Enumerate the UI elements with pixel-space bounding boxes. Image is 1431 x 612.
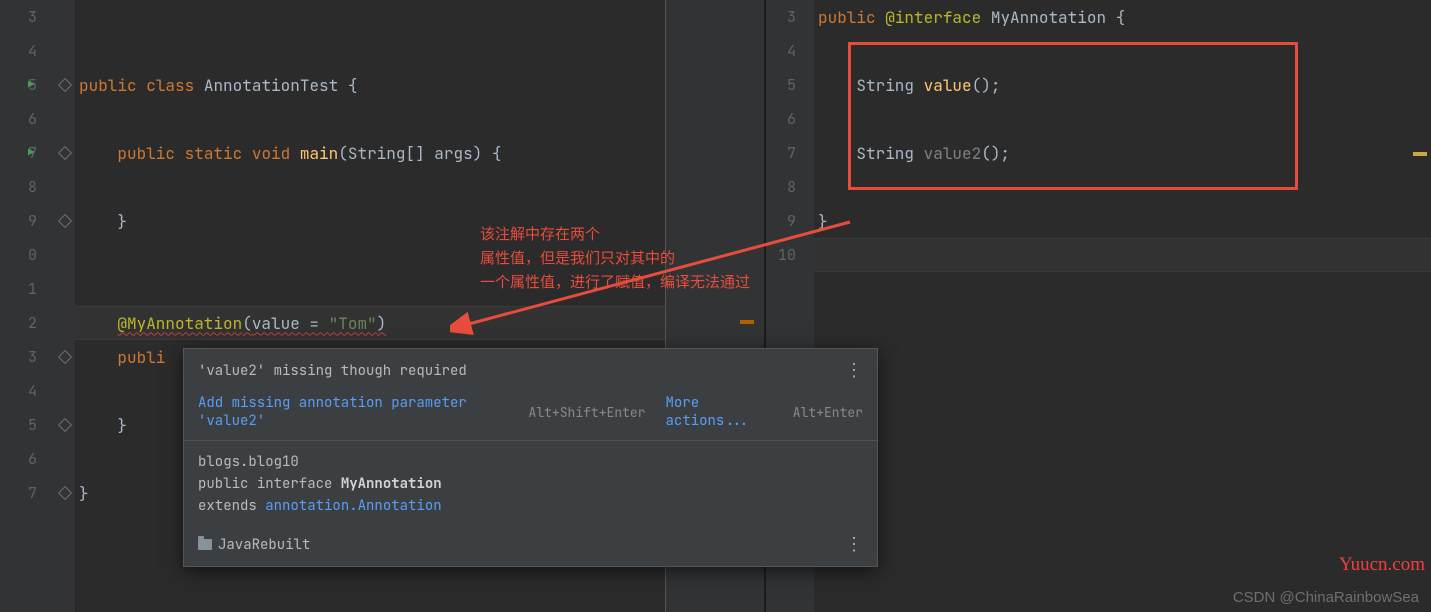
line-number: 0 [0,238,55,272]
keyword: static [185,143,243,164]
line-number: 6 [766,102,814,136]
package-name: blogs.blog10 [198,451,863,473]
more-icon[interactable]: ⋮ [845,533,863,556]
fold-icon[interactable] [58,350,72,364]
keyword: public [818,7,876,28]
line-number: 8 [766,170,814,204]
run-icon[interactable]: ▶ [28,78,35,92]
line-number: 2 [0,306,55,340]
line-number: 5 [0,408,55,442]
line-number: 10 [766,238,814,272]
brace: } [79,483,89,504]
line-number: 4 [0,34,55,68]
type-name: MyAnnotation [341,475,442,493]
line-number: 1 [0,272,55,306]
minimap-marker [740,320,754,324]
line-number: 9 [0,204,55,238]
line-number: 9 [766,204,814,238]
fold-icon[interactable] [58,146,72,160]
brace: } [117,211,127,232]
keyword: public [79,75,137,96]
folder-icon [198,539,212,550]
class-name: AnnotationTest [204,75,338,96]
line-number: 5 [766,68,814,102]
run-icon[interactable]: ▶ [28,146,35,160]
brace: } [117,415,127,436]
brace: } [818,211,828,232]
keyword: @interface [885,7,981,28]
line-number: 5▶ [0,68,55,102]
left-gutter: 3 4 5▶ 6 7▶ 8 9 0 1 2 3 4 5 6 7 [0,0,55,612]
line-number: 3 [0,0,55,34]
string-literal: "Tom" [329,313,377,334]
module-name: JavaRebuilt [218,536,310,554]
line-number: 4 [0,374,55,408]
fold-icon[interactable] [58,214,72,228]
left-fold-column [55,0,75,612]
supertype-link[interactable]: annotation.Annotation [265,497,441,515]
keyword: publi [117,347,165,368]
watermark: Yuucn.com [1339,554,1425,576]
interface-name: MyAnnotation [991,7,1106,28]
tooltip-body: blogs.blog10 public interface MyAnnotati… [184,441,877,525]
method-name: value [924,75,972,96]
line-number: 8 [0,170,55,204]
fold-icon[interactable] [58,78,72,92]
keyword: void [252,143,290,164]
line-number: 4 [766,34,814,68]
more-actions-link[interactable]: More actions... [666,394,783,430]
fold-icon[interactable] [58,486,72,500]
line-number: 7 [0,476,55,510]
annotation-name: @MyAnnotation [117,313,242,334]
shortcut-hint: Alt+Shift+Enter [529,404,646,421]
code-text: (String[] args) { [338,143,501,164]
annotation-line: 一个属性值，进行了赋值，编译无法通过 [480,270,750,294]
line-number: 6 [0,442,55,476]
more-icon[interactable]: ⋮ [845,359,863,382]
watermark: CSDN @ChinaRainbowSea [1233,589,1419,606]
type: String [856,143,914,164]
annotation-callout: 该注解中存在两个 属性值，但是我们只对其中的 一个属性值，进行了赋值，编译无法通… [480,222,750,294]
line-number: 3 [0,340,55,374]
fold-icon[interactable] [58,418,72,432]
quickfix-link[interactable]: Add missing annotation parameter 'value2… [198,394,519,430]
type: String [856,75,914,96]
method-name: main [300,143,338,164]
warning-marker[interactable] [1413,152,1427,156]
keyword: class [146,75,194,96]
line-number: 7▶ [0,136,55,170]
tooltip-title: 'value2' missing though required [198,362,467,380]
error-tooltip: 'value2' missing though required ⋮ Add m… [183,348,878,567]
line-number: 7 [766,136,814,170]
annotation-line: 属性值，但是我们只对其中的 [480,246,750,270]
line-number: 6 [0,102,55,136]
right-code-area[interactable]: public @interface MyAnnotation { String … [814,0,1431,612]
line-number: 3 [766,0,814,34]
shortcut-hint: Alt+Enter [793,404,863,421]
annotation-line: 该注解中存在两个 [480,222,750,246]
method-name: value2 [924,143,982,164]
keyword: public [117,143,175,164]
